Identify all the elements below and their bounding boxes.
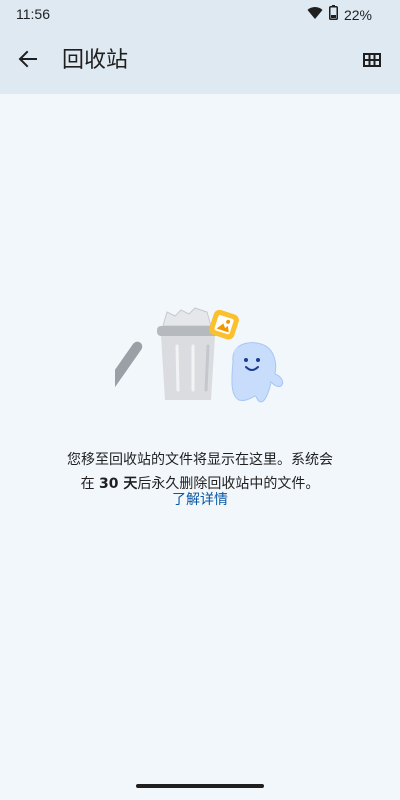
battery-percentage: 22% [343,6,372,23]
grid-view-icon [363,52,381,71]
back-button[interactable] [10,43,46,79]
home-indicator[interactable] [136,784,264,788]
grid-view-button[interactable] [354,43,390,79]
status-time: 11:56 [16,6,50,22]
battery-icon [328,5,338,24]
learn-more-link[interactable]: 了解详情 [0,488,400,512]
status-bar: 11:56 22% [0,0,400,28]
wifi-icon [307,5,323,24]
status-icons: 22% [307,5,372,24]
arrow-back-icon [18,49,38,73]
empty-state-line-1: 您移至回收站的文件将显示在这里。系统会 [67,452,333,468]
trash-can-with-character-illustration [103,300,290,410]
app-bar: 回收站 [0,28,400,94]
recycle-bin-screen: 11:56 22% 回收站 您移至回收站的文件将显示在这里。系统会 在 30 天… [0,0,400,800]
page-title: 回收站 [62,48,129,73]
